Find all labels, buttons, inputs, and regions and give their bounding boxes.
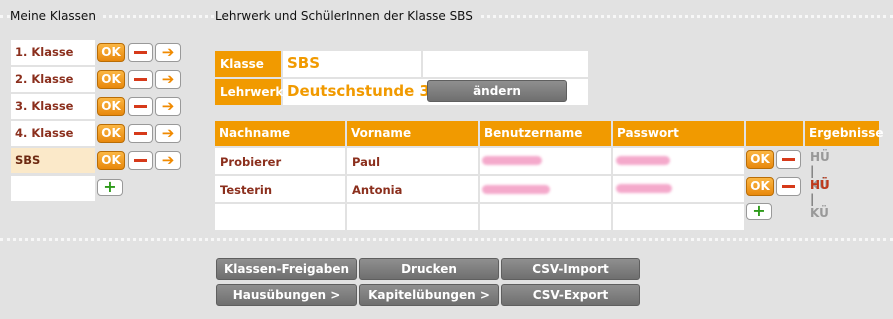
new-student-cell xyxy=(613,204,744,230)
redacted-password xyxy=(616,184,672,193)
homework-results-link[interactable]: HÜ xyxy=(810,178,830,192)
ok-button[interactable]: OK xyxy=(97,43,125,62)
new-student-cell xyxy=(480,204,611,230)
csv-import-button[interactable]: CSV-Import xyxy=(501,258,640,280)
ok-button[interactable]: OK xyxy=(97,97,125,116)
arrow-right-icon[interactable]: ➔ xyxy=(155,97,181,116)
redacted-username xyxy=(482,185,550,194)
new-class-row: + xyxy=(11,176,183,201)
lehrwerk-label: Lehrwerk xyxy=(215,79,283,105)
student-lastname: Testerin xyxy=(215,176,345,202)
class-name[interactable]: 4. Klasse xyxy=(11,121,95,146)
student-firstname: Paul xyxy=(347,148,478,174)
homework-button[interactable]: Hausübungen > xyxy=(216,284,357,306)
col-header-actions xyxy=(746,121,803,146)
student-lastname: Probierer xyxy=(215,148,345,174)
new-student-cell xyxy=(347,204,478,230)
ok-button[interactable]: OK xyxy=(97,70,125,89)
delete-button[interactable] xyxy=(128,70,153,89)
results-separator: | xyxy=(810,164,815,178)
student-username xyxy=(480,176,611,202)
my-classes-heading: Meine Klassen xyxy=(10,9,102,23)
class-name[interactable]: 1. Klasse xyxy=(11,40,95,65)
add-student-button[interactable]: + xyxy=(746,203,772,220)
class-row: 1. Klasse OK ➔ xyxy=(11,40,183,65)
student-results: HÜ | KÜ xyxy=(810,178,830,220)
student-username xyxy=(480,148,611,174)
class-name[interactable]: 3. Klasse xyxy=(11,94,95,119)
homework-results-link[interactable]: HÜ xyxy=(810,150,830,164)
class-row: 2. Klasse OK ➔ xyxy=(11,67,183,92)
col-header-ergebnisse: Ergebnisse xyxy=(805,121,884,146)
class-detail-heading: Lehrwerk und SchülerInnen der Klasse SBS xyxy=(215,9,479,23)
middle-divider xyxy=(0,238,893,241)
arrow-right-icon[interactable]: ➔ xyxy=(155,124,181,143)
change-textbook-button[interactable]: ändern xyxy=(427,80,567,102)
class-row: 4. Klasse OK ➔ xyxy=(11,121,183,146)
delete-button[interactable] xyxy=(128,151,153,170)
ok-button[interactable]: OK xyxy=(746,177,774,196)
redacted-username xyxy=(482,156,542,165)
csv-export-button[interactable]: CSV-Export xyxy=(501,284,640,306)
arrow-right-icon[interactable]: ➔ xyxy=(155,43,181,62)
col-header-vorname: Vorname xyxy=(347,121,478,146)
class-row: 3. Klasse OK ➔ xyxy=(11,94,183,119)
delete-button[interactable] xyxy=(128,124,153,143)
new-student-cell xyxy=(215,204,345,230)
ok-button[interactable]: OK xyxy=(746,150,774,169)
print-button[interactable]: Drucken xyxy=(359,258,499,280)
student-password xyxy=(613,148,744,174)
new-class-slot xyxy=(11,176,95,201)
delete-button[interactable] xyxy=(128,97,153,116)
delete-student-button[interactable] xyxy=(776,150,801,169)
delete-student-button[interactable] xyxy=(776,177,801,196)
ok-button[interactable]: OK xyxy=(97,151,125,170)
arrow-right-icon[interactable]: ➔ xyxy=(155,151,181,170)
class-row-selected: SBS OK ➔ xyxy=(11,148,183,173)
col-header-benutzername: Benutzername xyxy=(480,121,611,146)
chapter-exercises-button[interactable]: Kapitelübungen > xyxy=(359,284,499,306)
delete-button[interactable] xyxy=(128,43,153,62)
results-separator: | xyxy=(810,192,815,206)
col-header-nachname: Nachname xyxy=(215,121,345,146)
add-class-button[interactable]: + xyxy=(97,179,123,196)
class-name[interactable]: 2. Klasse xyxy=(11,67,95,92)
redacted-password xyxy=(616,156,670,165)
student-firstname: Antonia xyxy=(347,176,478,202)
col-header-passwort: Passwort xyxy=(613,121,744,146)
klasse-label: Klasse xyxy=(215,51,281,77)
chapter-results-link[interactable]: KÜ xyxy=(810,206,829,220)
empty-cell xyxy=(423,51,588,77)
class-shares-button[interactable]: Klassen-Freigaben xyxy=(216,258,357,280)
ok-button[interactable]: OK xyxy=(97,124,125,143)
student-password xyxy=(613,176,744,202)
class-name[interactable]: SBS xyxy=(11,148,95,173)
arrow-right-icon[interactable]: ➔ xyxy=(155,70,181,89)
klasse-value: SBS xyxy=(283,51,421,77)
